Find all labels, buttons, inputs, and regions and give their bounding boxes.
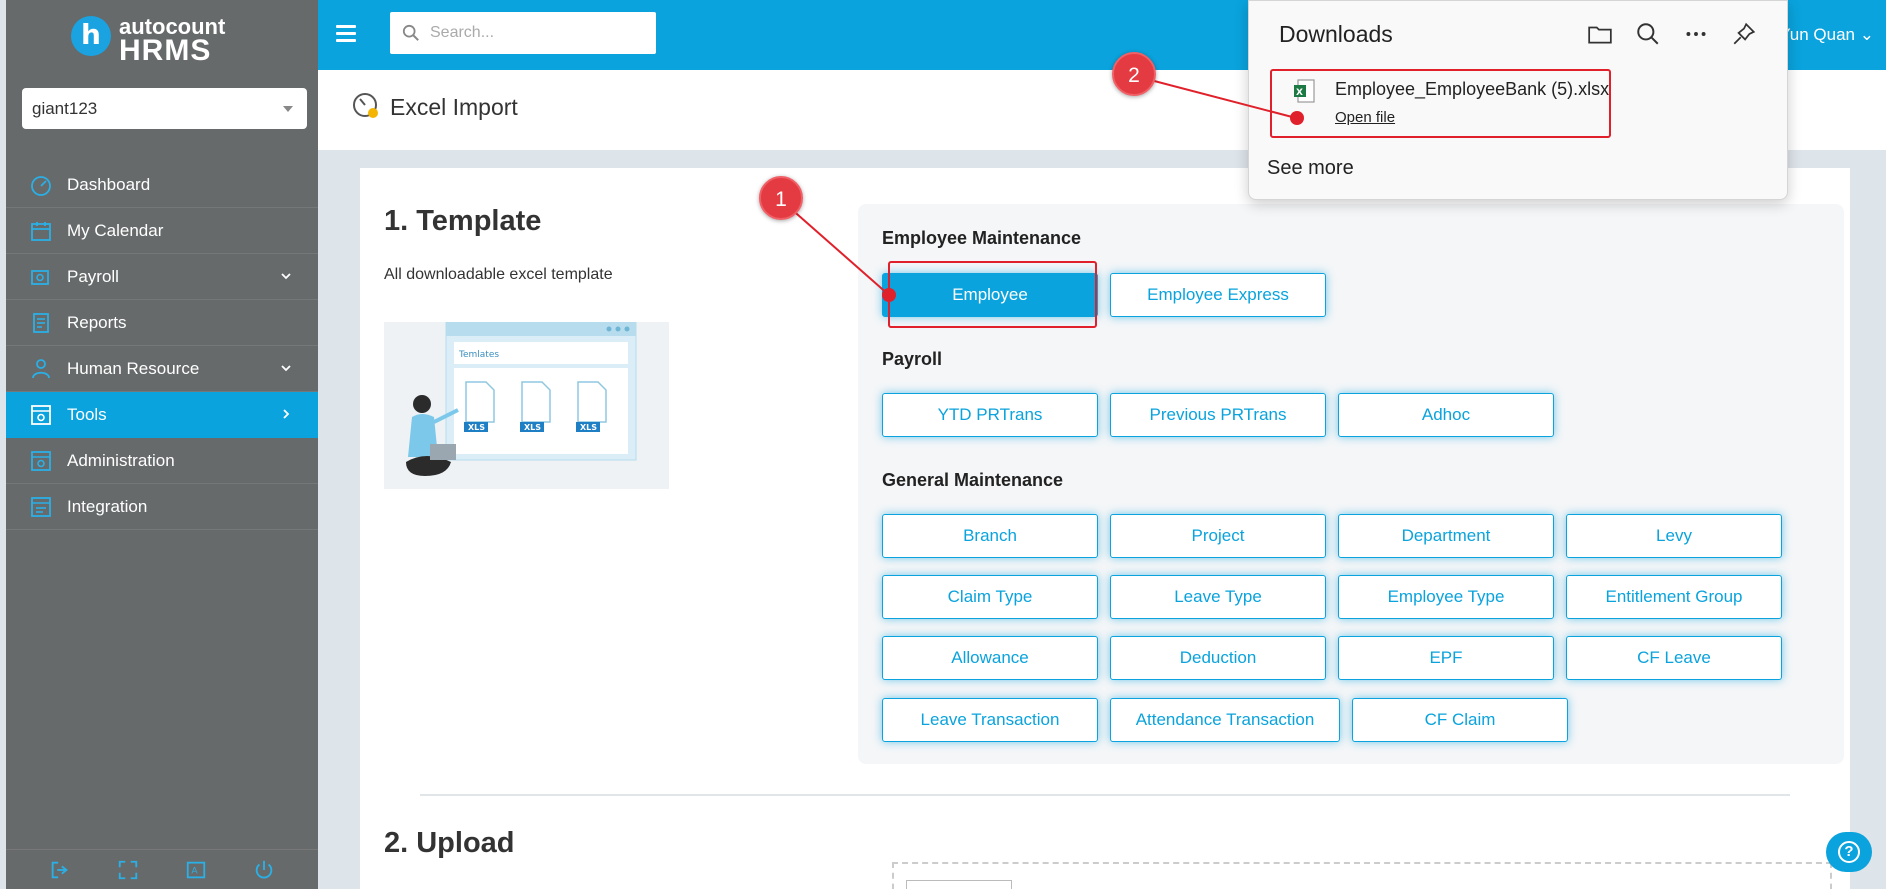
company-select-value: giant123 <box>32 99 98 118</box>
hamburger-menu-icon[interactable] <box>336 25 356 43</box>
dashboard-icon <box>31 175 51 196</box>
template-button-department[interactable]: Department <box>1338 514 1554 558</box>
annotation-dot-1 <box>882 288 896 302</box>
reports-icon <box>33 312 49 333</box>
template-button-leave-type[interactable]: Leave Type <box>1110 575 1326 619</box>
sidebar-item-my-calendar[interactable]: My Calendar <box>6 208 318 254</box>
human-resource-icon <box>32 358 50 378</box>
template-button-cf-leave[interactable]: CF Leave <box>1566 636 1782 680</box>
upload-dropzone[interactable] <box>892 862 1832 889</box>
template-button-project[interactable]: Project <box>1110 514 1326 558</box>
template-button-claim-type[interactable]: Claim Type <box>882 575 1098 619</box>
page-title: Excel Import <box>390 94 518 120</box>
sidebar-item-label: Tools <box>67 404 107 424</box>
annotation-highlight-1 <box>888 261 1097 328</box>
template-button-levy[interactable]: Levy <box>1566 514 1782 558</box>
illustration-header-text: Temlates <box>458 350 499 360</box>
sidebar-item-label: Reports <box>67 312 127 332</box>
annotation-highlight-2 <box>1270 69 1611 138</box>
sidebar-item-label: Human Resource <box>67 358 200 378</box>
template-button-branch[interactable]: Branch <box>882 514 1098 558</box>
annotation-step-1: 1 <box>759 176 803 220</box>
power-icon[interactable] <box>253 859 275 881</box>
template-button-attendance-transaction[interactable]: Attendance Transaction <box>1110 698 1340 742</box>
section-title-template: 1. Template <box>384 205 542 237</box>
sidebar-item-dashboard[interactable]: Dashboard <box>6 162 318 208</box>
sidebar-item-tools[interactable]: Tools <box>6 392 318 438</box>
group-title-payroll: Payroll <box>882 349 943 369</box>
chevron-down-icon: ⌄ <box>1859 25 1874 44</box>
help-icon: ? <box>1838 841 1860 863</box>
svg-text:A: A <box>191 865 198 876</box>
section-divider <box>420 794 1790 796</box>
sidebar-item-human-resource[interactable]: Human Resource <box>6 346 318 392</box>
integration-icon <box>31 496 51 517</box>
sidebar-item-label: Payroll <box>67 266 119 286</box>
section-title-upload: 2. Upload <box>384 827 515 859</box>
template-button-deduction[interactable]: Deduction <box>1110 636 1326 680</box>
sidebar-item-integration[interactable]: Integration <box>6 484 318 530</box>
company-select[interactable]: giant123 <box>22 88 307 129</box>
template-button-ytd-prtrans[interactable]: YTD PRTrans <box>882 393 1098 437</box>
user-menu[interactable]: Yun Quan ⌄ <box>1779 25 1874 45</box>
administration-icon <box>31 450 51 471</box>
template-button-leave-transaction[interactable]: Leave Transaction <box>882 698 1098 742</box>
template-button-adhoc[interactable]: Adhoc <box>1338 393 1554 437</box>
annotation-step-2: 2 <box>1112 52 1156 96</box>
group-title-employee: Employee Maintenance <box>882 228 1082 248</box>
sidebar-item-administration[interactable]: Administration <box>6 438 318 484</box>
folder-icon[interactable] <box>1587 21 1613 47</box>
annotation-dot-2 <box>1290 111 1304 125</box>
template-button-cf-claim[interactable]: CF Claim <box>1352 698 1568 742</box>
sidebar-item-label: My Calendar <box>67 220 164 240</box>
search-input[interactable] <box>430 20 645 46</box>
template-illustration: Temlates XLS XLS XLS <box>384 322 669 489</box>
template-button-entitlement-group[interactable]: Entitlement Group <box>1566 575 1782 619</box>
sidebar-nav: Dashboard My Calendar Payroll Reports Hu… <box>6 162 318 530</box>
xls-badge-text: XLS <box>580 423 597 432</box>
logo-icon: h <box>71 16 111 56</box>
group-title-general: General Maintenance <box>882 470 1064 490</box>
see-more-link[interactable]: See more <box>1267 157 1354 180</box>
chevron-down-icon <box>281 273 291 280</box>
section-description: All downloadable excel template <box>384 266 613 283</box>
template-button-previous-prtrans[interactable]: Previous PRTrans <box>1110 393 1326 437</box>
search-icon[interactable] <box>1635 21 1661 47</box>
help-button[interactable]: ? <box>1826 832 1872 872</box>
pin-icon[interactable] <box>1731 21 1757 47</box>
logout-icon[interactable] <box>49 859 71 881</box>
downloads-toolbar <box>1587 21 1757 47</box>
sidebar-item-label: Dashboard <box>67 174 151 194</box>
fullscreen-icon[interactable] <box>117 859 139 881</box>
search-box <box>390 12 656 54</box>
downloads-title: Downloads <box>1279 21 1393 47</box>
sidebar-item-payroll[interactable]: Payroll <box>6 254 318 300</box>
content-card: 1. Template All downloadable excel templ… <box>360 168 1850 889</box>
sidebar-footer: A <box>6 849 318 889</box>
sidebar-item-label: Integration <box>67 496 148 516</box>
calendar-icon <box>31 221 51 241</box>
more-options-icon[interactable] <box>1683 21 1709 47</box>
caret-down-icon <box>283 106 293 112</box>
language-icon[interactable]: A <box>185 859 207 881</box>
search-icon <box>402 24 419 41</box>
chevron-right-icon <box>283 409 290 419</box>
sidebar: h autocount HRMS giant123 Dashboard My C… <box>6 0 318 889</box>
tools-icon <box>31 404 51 425</box>
xls-badge-text: XLS <box>524 423 541 432</box>
sidebar-item-reports[interactable]: Reports <box>6 300 318 346</box>
template-button-epf[interactable]: EPF <box>1338 636 1554 680</box>
xls-badge-text: XLS <box>468 423 485 432</box>
app-logo[interactable]: h autocount HRMS <box>66 14 266 67</box>
user-name: Yun Quan <box>1779 25 1856 44</box>
logo-text-bottom: HRMS <box>119 34 212 67</box>
upload-button[interactable] <box>906 880 1012 889</box>
sidebar-item-label: Administration <box>67 450 175 470</box>
template-button-employee-type[interactable]: Employee Type <box>1338 575 1554 619</box>
template-button-allowance[interactable]: Allowance <box>882 636 1098 680</box>
chevron-down-icon <box>281 365 291 372</box>
template-button-employee-express[interactable]: Employee Express <box>1110 273 1326 317</box>
payroll-icon <box>31 269 49 285</box>
excel-import-icon <box>353 93 378 118</box>
